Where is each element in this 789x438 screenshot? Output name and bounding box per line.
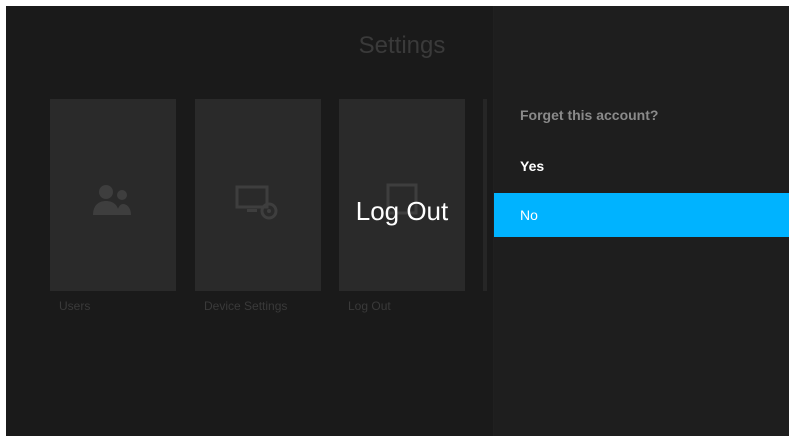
settings-screen: Settings Users Device Settings Log Out L…: [6, 6, 789, 436]
tile-log-out[interactable]: [339, 99, 465, 291]
focused-tile-title: Log Out: [355, 196, 449, 226]
no-option[interactable]: No: [494, 193, 789, 237]
tile-label-device-settings: Device Settings: [204, 299, 288, 313]
device-settings-icon: [195, 183, 321, 228]
tile-label-users: Users: [59, 299, 91, 313]
tile-next-partial: [483, 99, 487, 291]
tile-device-settings[interactable]: [195, 99, 321, 291]
yes-option[interactable]: Yes: [494, 144, 789, 188]
tile-users[interactable]: [50, 99, 176, 291]
dialog-title: Forget this account?: [520, 107, 659, 123]
confirm-panel: Forget this account? Yes No: [493, 6, 789, 436]
users-icon: [50, 183, 176, 222]
tile-label-log-out: Log Out: [348, 299, 391, 313]
